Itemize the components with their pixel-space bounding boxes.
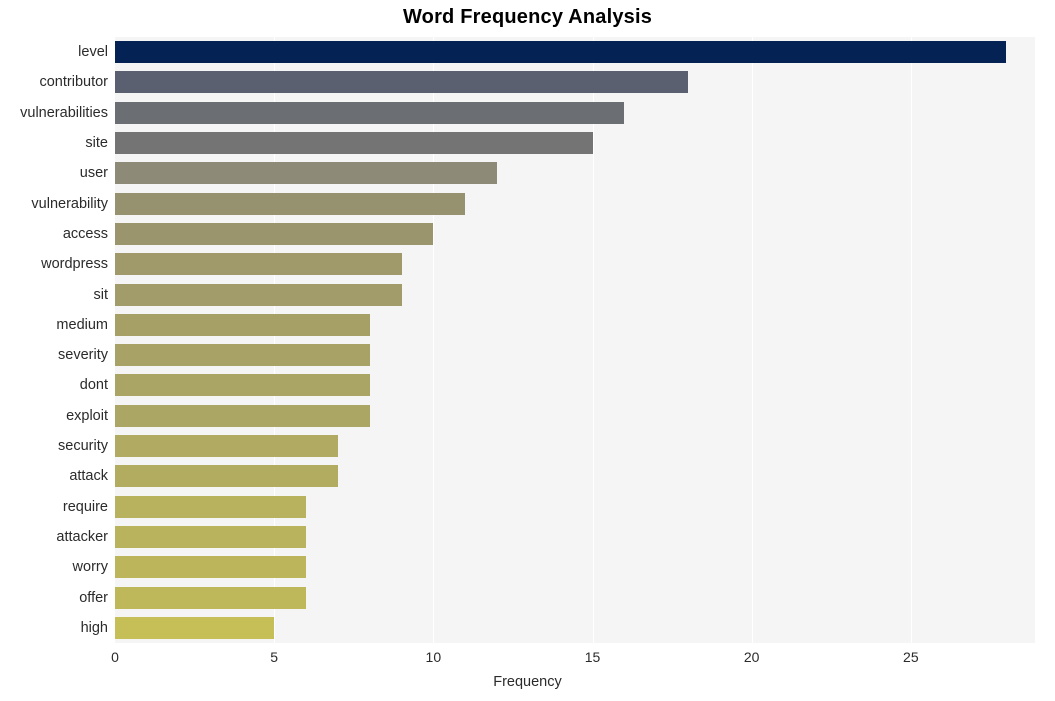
- bar[interactable]: [115, 344, 370, 367]
- y-axis-tick-label: site: [85, 135, 108, 152]
- y-axis-tick-label: level: [78, 44, 108, 61]
- y-axis-tick-label: attacker: [56, 528, 108, 545]
- y-axis-tick-label: severity: [58, 347, 108, 364]
- bar[interactable]: [115, 162, 497, 185]
- bar[interactable]: [115, 283, 402, 306]
- bar[interactable]: [115, 132, 593, 155]
- x-axis-tick-label: 5: [270, 649, 279, 665]
- bar[interactable]: [115, 41, 1007, 64]
- y-axis-tick-label: worry: [72, 559, 108, 576]
- bar[interactable]: [115, 556, 306, 579]
- y-axis-tick-label: contributor: [39, 74, 108, 91]
- bar[interactable]: [115, 586, 306, 609]
- y-axis-tick-label: vulnerabilities: [20, 104, 108, 121]
- y-axis-tick-label: require: [62, 498, 108, 515]
- bar[interactable]: [115, 465, 338, 488]
- bar[interactable]: [115, 101, 625, 124]
- gridline-vertical: [592, 37, 594, 643]
- x-axis-tick-label: 20: [743, 649, 760, 665]
- plot-area: [115, 37, 1035, 643]
- gridline-vertical: [910, 37, 912, 643]
- gridline-vertical: [751, 37, 753, 643]
- x-axis-tick-label: 10: [425, 649, 442, 665]
- gridline-vertical: [274, 37, 276, 643]
- y-axis-tick-label: offer: [79, 589, 108, 606]
- x-axis-title: Frequency: [493, 674, 562, 690]
- bar[interactable]: [115, 616, 275, 639]
- y-axis-tick-label: attack: [69, 468, 108, 485]
- bar[interactable]: [115, 253, 402, 276]
- gridline-vertical: [433, 37, 435, 643]
- x-axis-tick-label: 15: [584, 649, 601, 665]
- x-axis-tick-label: 25: [903, 649, 919, 665]
- bar[interactable]: [115, 192, 466, 215]
- y-axis-tick-label: wordpress: [41, 256, 108, 273]
- y-axis-tick-label: high: [80, 619, 108, 636]
- bar[interactable]: [115, 495, 306, 518]
- bar[interactable]: [115, 222, 434, 245]
- y-axis-tick-label: sit: [93, 286, 109, 303]
- chart-figure: Word Frequency Analysis level contributor…: [0, 0, 1055, 701]
- bar[interactable]: [115, 435, 338, 458]
- page-title: Word Frequency Analysis: [402, 6, 653, 28]
- bar[interactable]: [115, 374, 370, 397]
- y-axis-tick-label: user: [79, 165, 108, 182]
- y-axis-tick-label: security: [58, 438, 108, 455]
- y-axis-tick-label: medium: [56, 316, 108, 333]
- y-axis-tick-label: exploit: [66, 407, 108, 424]
- bar[interactable]: [115, 313, 370, 336]
- x-axis: 0 5 10 15 20 25: [111, 643, 1035, 673]
- x-axis-tick-label: 0: [111, 649, 119, 665]
- y-axis-tick-label: vulnerability: [31, 195, 108, 212]
- bar[interactable]: [115, 71, 688, 94]
- y-axis-tick-label: dont: [79, 377, 108, 394]
- y-axis-tick-label: access: [62, 225, 108, 242]
- bar[interactable]: [115, 525, 306, 548]
- bar[interactable]: [115, 404, 370, 427]
- y-axis: level contributor vulnerabilities site user v…: [0, 37, 108, 643]
